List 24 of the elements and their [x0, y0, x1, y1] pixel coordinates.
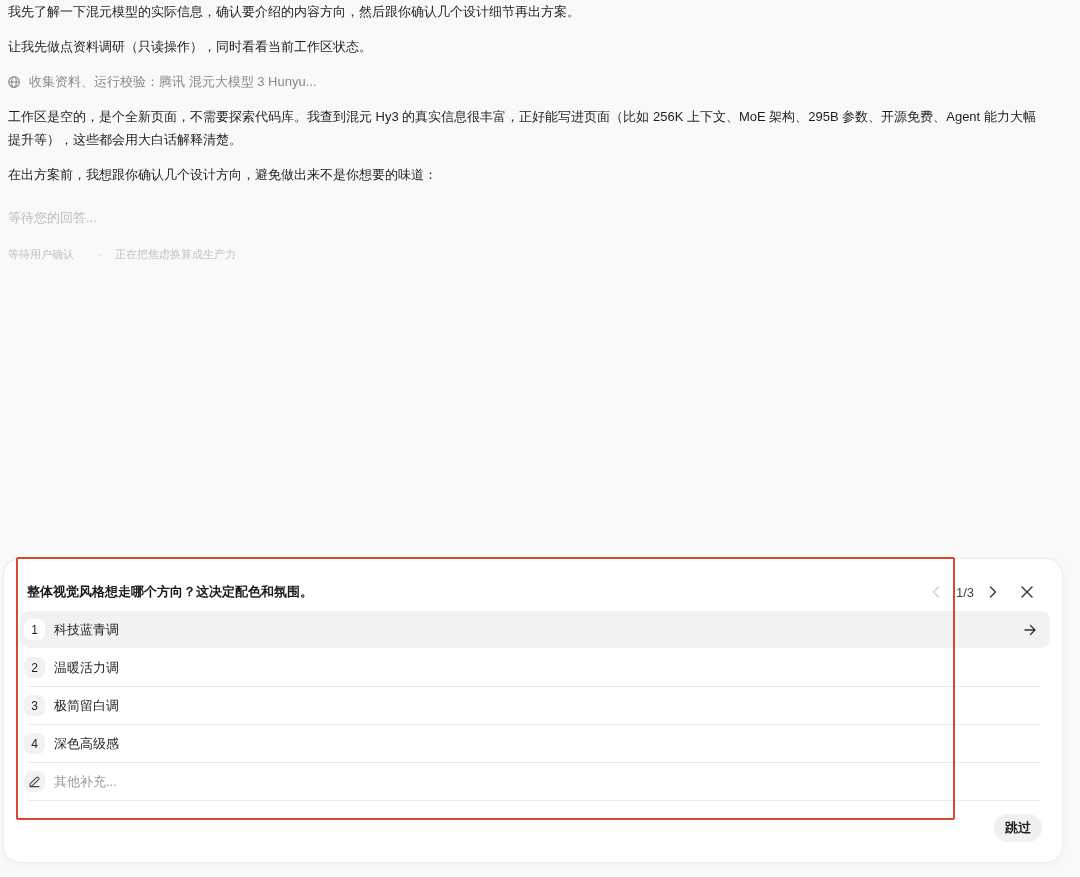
option-number: 1 [24, 619, 45, 640]
tool-step-text: 收集资料、运行校验：腾讯 混元大模型 3 Hunyu... [29, 73, 317, 91]
message-text: 让我先做点资料调研（只读操作），同时看看当前工作区状态。 [8, 38, 373, 56]
option-item[interactable]: 4 深色高级感 [20, 725, 1050, 762]
option-item[interactable]: 3 极简留白调 [20, 687, 1050, 724]
other-answer-field[interactable]: 其他补充... [54, 771, 1036, 792]
message-text: 我先了解一下混元模型的实际信息，确认要介绍的内容方向，然后跟你确认几个设计细节再出方案。 [8, 3, 581, 21]
message-text: 在出方案前，我想跟你确认几个设计方向，避免做出来不是你想要的味道： [8, 166, 438, 184]
skip-button[interactable]: 跳过 [994, 814, 1042, 842]
waiting-text: 等待您的回答... [8, 209, 98, 227]
status-separator: · [98, 247, 102, 262]
option-item[interactable]: 2 温暖活力调 [20, 649, 1050, 686]
globe-icon [8, 75, 20, 88]
chevron-right-icon[interactable] [989, 586, 997, 598]
arrow-right-icon [1024, 623, 1036, 636]
option-number: 3 [24, 695, 45, 716]
message-text: 工作区是空的，是个全新页面，不需要探索代码库。我查到混元 Hy3 的真实信息很丰富，正好能写进页面（比如 256K 上下文、MoE 架构、295B 参数、开源免费、Agent 能力大幅提升等），这些都会用大白话解释清楚。 [8, 108, 1037, 149]
question-text: 整体视觉风格想走哪个方向？这决定配色和氛围。 [27, 583, 314, 601]
page-counter: 1/3 [955, 584, 974, 600]
option-item[interactable]: 1 科技蓝青调 [20, 611, 1050, 648]
pencil-icon [24, 771, 45, 792]
close-icon[interactable] [1021, 586, 1033, 598]
option-number: 4 [24, 733, 45, 754]
option-number: 2 [24, 657, 45, 678]
